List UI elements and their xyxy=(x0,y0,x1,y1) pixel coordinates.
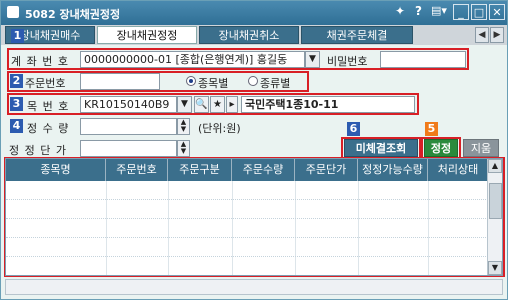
correct-button[interactable]: 정정 xyxy=(424,139,458,157)
col-item-name[interactable]: 종목명 xyxy=(6,159,106,181)
item-code-input[interactable]: KR10150140B9 xyxy=(80,96,177,113)
table-row[interactable] xyxy=(6,238,488,257)
quantity-input[interactable] xyxy=(80,118,177,135)
tab-next-icon[interactable]: ▶ xyxy=(490,27,504,43)
col-order-type[interactable]: 주문구분 xyxy=(168,159,232,181)
menu-icon[interactable]: ▤▾ xyxy=(431,4,447,17)
window-title: 5082 장내채권정정 xyxy=(25,8,121,21)
scroll-down-icon[interactable]: ▼ xyxy=(488,261,502,275)
password-field[interactable] xyxy=(380,51,466,68)
badge-2: 2 xyxy=(10,74,23,88)
badge-5: 5 xyxy=(425,122,438,136)
quantity-stepper[interactable]: ▲ ▼ xyxy=(177,118,190,135)
table-row[interactable] xyxy=(6,219,488,238)
tab-bond-correct[interactable]: 장내채권정정 xyxy=(97,26,197,44)
tab-bond-cancel[interactable]: 장내채권취소 xyxy=(199,26,299,44)
price-stepper[interactable]: ▲ ▼ xyxy=(177,140,190,157)
account-label: 계 좌 번 호 xyxy=(11,55,69,68)
radio-by-type[interactable] xyxy=(248,76,258,86)
search-icon[interactable]: 🔍 xyxy=(194,96,209,113)
badge-3: 3 xyxy=(10,97,23,111)
clear-button[interactable]: 지움 xyxy=(463,139,499,157)
radio-by-item[interactable] xyxy=(186,76,196,86)
table-header: 종목명 주문번호 주문구분 주문수량 주문단가 정정가능수량 처리상태 xyxy=(6,159,488,181)
price-label: 정 정 단 가 xyxy=(9,144,67,157)
table-row[interactable] xyxy=(6,200,488,219)
badge-4: 4 xyxy=(10,119,23,133)
help-icon[interactable]: ? xyxy=(415,4,422,18)
title-bar: 5082 장내채권정정 ✦ ? ▤▾ _ □ ✕ xyxy=(1,1,507,25)
badge-6: 6 xyxy=(347,122,360,136)
chevron-right-icon[interactable]: ▸ xyxy=(226,96,238,113)
order-table: 종목명 주문번호 주문구분 주문수량 주문단가 정정가능수량 처리상태 ▲ ▼ xyxy=(5,158,503,276)
scrollbar-thumb[interactable] xyxy=(489,183,502,219)
col-correctable-qty[interactable]: 정정가능수량 xyxy=(358,159,428,181)
app-icon xyxy=(7,6,19,18)
col-order-qty[interactable]: 주문수량 xyxy=(232,159,295,181)
minimize-icon[interactable]: _ xyxy=(453,4,469,20)
horizontal-scrollbar[interactable] xyxy=(5,279,503,295)
tab-prev-icon[interactable]: ◀ xyxy=(475,27,489,43)
order-correction-window: 5082 장내채권정정 ✦ ? ▤▾ _ □ ✕ 장내채권매수 장내채권정정 장… xyxy=(0,0,508,300)
tab-order-execution[interactable]: 채권주문체결 xyxy=(301,26,413,44)
chevron-down-icon[interactable]: ▼ xyxy=(305,51,320,68)
radio-by-item-label: 종목별 xyxy=(198,77,229,90)
unit-label: (단위:원) xyxy=(198,122,241,135)
password-label: 비밀번호 xyxy=(327,55,368,68)
quantity-label: 정 수 량 xyxy=(27,122,70,135)
scroll-up-icon[interactable]: ▲ xyxy=(488,159,502,173)
table-row[interactable] xyxy=(6,257,488,276)
account-select[interactable]: 0000000000-01 [종합(은행연계)] 홍길동 xyxy=(80,51,305,68)
unfilled-inquiry-button[interactable]: 미체결조회 xyxy=(344,139,418,157)
col-status[interactable]: 처리상태 xyxy=(428,159,488,181)
col-order-price[interactable]: 주문단가 xyxy=(295,159,358,181)
maximize-icon[interactable]: □ xyxy=(471,4,487,20)
radio-by-type-label: 종류별 xyxy=(260,77,291,90)
price-input[interactable] xyxy=(80,140,177,157)
star-icon[interactable]: ★ xyxy=(210,96,225,113)
col-order-number[interactable]: 주문번호 xyxy=(106,159,168,181)
badge-1: 1 xyxy=(11,29,24,43)
order-number-label: 주문번호 xyxy=(25,77,66,90)
item-code-label: 목 번 호 xyxy=(27,100,70,113)
order-number-input[interactable] xyxy=(80,73,160,90)
pin-icon[interactable]: ✦ xyxy=(395,4,405,18)
vertical-scrollbar[interactable]: ▲ ▼ xyxy=(487,159,502,275)
item-name-field: 국민주택1종10-11 xyxy=(241,96,415,113)
chevron-down-icon[interactable]: ▼ xyxy=(177,96,192,113)
close-icon[interactable]: ✕ xyxy=(489,4,505,20)
table-row[interactable] xyxy=(6,181,488,200)
tab-bar: 장내채권매수 장내채권정정 장내채권취소 채권주문체결 ◀ ▶ xyxy=(1,25,507,45)
